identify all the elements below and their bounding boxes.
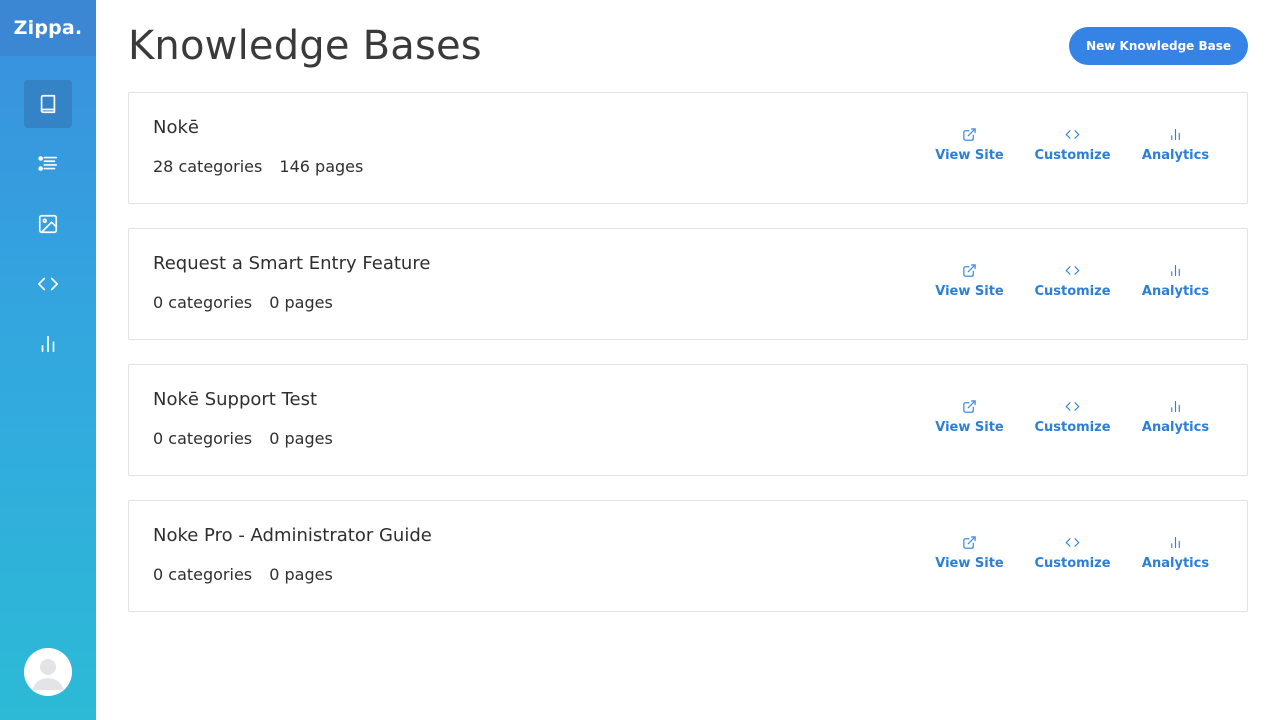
bar-chart-icon — [1171, 400, 1180, 413]
customize-button[interactable]: Customize — [1021, 263, 1124, 299]
view-site-button[interactable]: View Site — [918, 127, 1021, 163]
page-count: 146 pages — [279, 157, 364, 176]
view-site-button[interactable]: View Site — [918, 399, 1021, 435]
code-icon — [38, 277, 58, 291]
knowledge-base-name[interactable]: Noke Pro - Administrator Guide — [153, 525, 432, 546]
view-site-label: View Site — [935, 420, 1004, 435]
page-title: Knowledge Bases — [128, 23, 482, 69]
analytics-button[interactable]: Analytics — [1124, 399, 1227, 435]
external-link-icon — [963, 400, 976, 413]
analytics-label: Analytics — [1141, 148, 1210, 163]
knowledge-base-list: Nokē 28 categories 146 pages View Site C… — [128, 92, 1248, 636]
knowledge-base-actions: View Site Customize Analytics — [918, 127, 1227, 163]
analytics-label: Analytics — [1141, 420, 1210, 435]
customize-button[interactable]: Customize — [1021, 399, 1124, 435]
customize-label: Customize — [1034, 148, 1111, 163]
customize-button[interactable]: Customize — [1021, 535, 1124, 571]
knowledge-base-stats: 0 categories 0 pages — [153, 293, 333, 312]
knowledge-base-card: Request a Smart Entry Feature 0 categori… — [128, 228, 1248, 340]
knowledge-base-stats: 28 categories 146 pages — [153, 157, 363, 176]
bar-chart-icon — [1171, 264, 1180, 277]
page-count: 0 pages — [269, 429, 333, 448]
knowledge-base-stats: 0 categories 0 pages — [153, 565, 333, 584]
view-site-label: View Site — [935, 284, 1004, 299]
sidebar-nav — [24, 80, 72, 380]
category-count: 0 categories — [153, 293, 253, 312]
analytics-button[interactable]: Analytics — [1124, 263, 1227, 299]
knowledge-base-card: Nokē 28 categories 146 pages View Site C… — [128, 92, 1248, 204]
customize-label: Customize — [1034, 284, 1111, 299]
code-icon — [1065, 266, 1080, 275]
knowledge-base-stats: 0 categories 0 pages — [153, 429, 333, 448]
bar-chart-icon — [1171, 536, 1180, 549]
view-site-label: View Site — [935, 148, 1004, 163]
sidebar-item-knowledge-bases[interactable] — [24, 80, 72, 128]
view-site-label: View Site — [935, 556, 1004, 571]
user-avatar[interactable] — [24, 648, 72, 696]
analytics-label: Analytics — [1141, 556, 1210, 571]
bar-chart-icon — [41, 335, 55, 353]
user-avatar-icon — [24, 648, 72, 696]
page-count: 0 pages — [269, 293, 333, 312]
knowledge-base-card: Noke Pro - Administrator Guide 0 categor… — [128, 500, 1248, 612]
category-count: 0 categories — [153, 565, 253, 584]
code-icon — [1065, 538, 1080, 547]
knowledge-base-actions: View Site Customize Analytics — [918, 535, 1227, 571]
category-count: 0 categories — [153, 429, 253, 448]
knowledge-base-name[interactable]: Nokē Support Test — [153, 389, 317, 410]
sidebar-item-code[interactable] — [24, 260, 72, 308]
sidebar-item-analytics[interactable] — [24, 320, 72, 368]
analytics-button[interactable]: Analytics — [1124, 535, 1227, 571]
app-window: Zippa. Knowledge Bases New Knowledge Bas… — [0, 0, 1280, 720]
knowledge-base-actions: View Site Customize Analytics — [918, 263, 1227, 299]
external-link-icon — [963, 264, 976, 277]
knowledge-base-card: Nokē Support Test 0 categories 0 pages V… — [128, 364, 1248, 476]
knowledge-base-name[interactable]: Request a Smart Entry Feature — [153, 253, 430, 274]
list-icon — [38, 156, 58, 171]
category-count: 28 categories — [153, 157, 263, 176]
knowledge-base-name[interactable]: Nokē — [153, 117, 199, 138]
sidebar-item-list[interactable] — [24, 140, 72, 188]
code-icon — [1065, 402, 1080, 411]
view-site-button[interactable]: View Site — [918, 535, 1021, 571]
brand-logo[interactable]: Zippa. — [0, 0, 96, 56]
new-knowledge-base-button[interactable]: New Knowledge Base — [1069, 27, 1248, 65]
external-link-icon — [963, 128, 976, 141]
sidebar-item-media[interactable] — [24, 200, 72, 248]
analytics-label: Analytics — [1141, 284, 1210, 299]
customize-label: Customize — [1034, 420, 1111, 435]
view-site-button[interactable]: View Site — [918, 263, 1021, 299]
customize-button[interactable]: Customize — [1021, 127, 1124, 163]
sidebar: Zippa. — [0, 0, 96, 720]
code-icon — [1065, 130, 1080, 139]
page-count: 0 pages — [269, 565, 333, 584]
knowledge-base-actions: View Site Customize Analytics — [918, 399, 1227, 435]
book-icon — [40, 94, 56, 114]
analytics-button[interactable]: Analytics — [1124, 127, 1227, 163]
bar-chart-icon — [1171, 128, 1180, 141]
image-icon — [38, 214, 58, 234]
external-link-icon — [963, 536, 976, 549]
customize-label: Customize — [1034, 556, 1111, 571]
